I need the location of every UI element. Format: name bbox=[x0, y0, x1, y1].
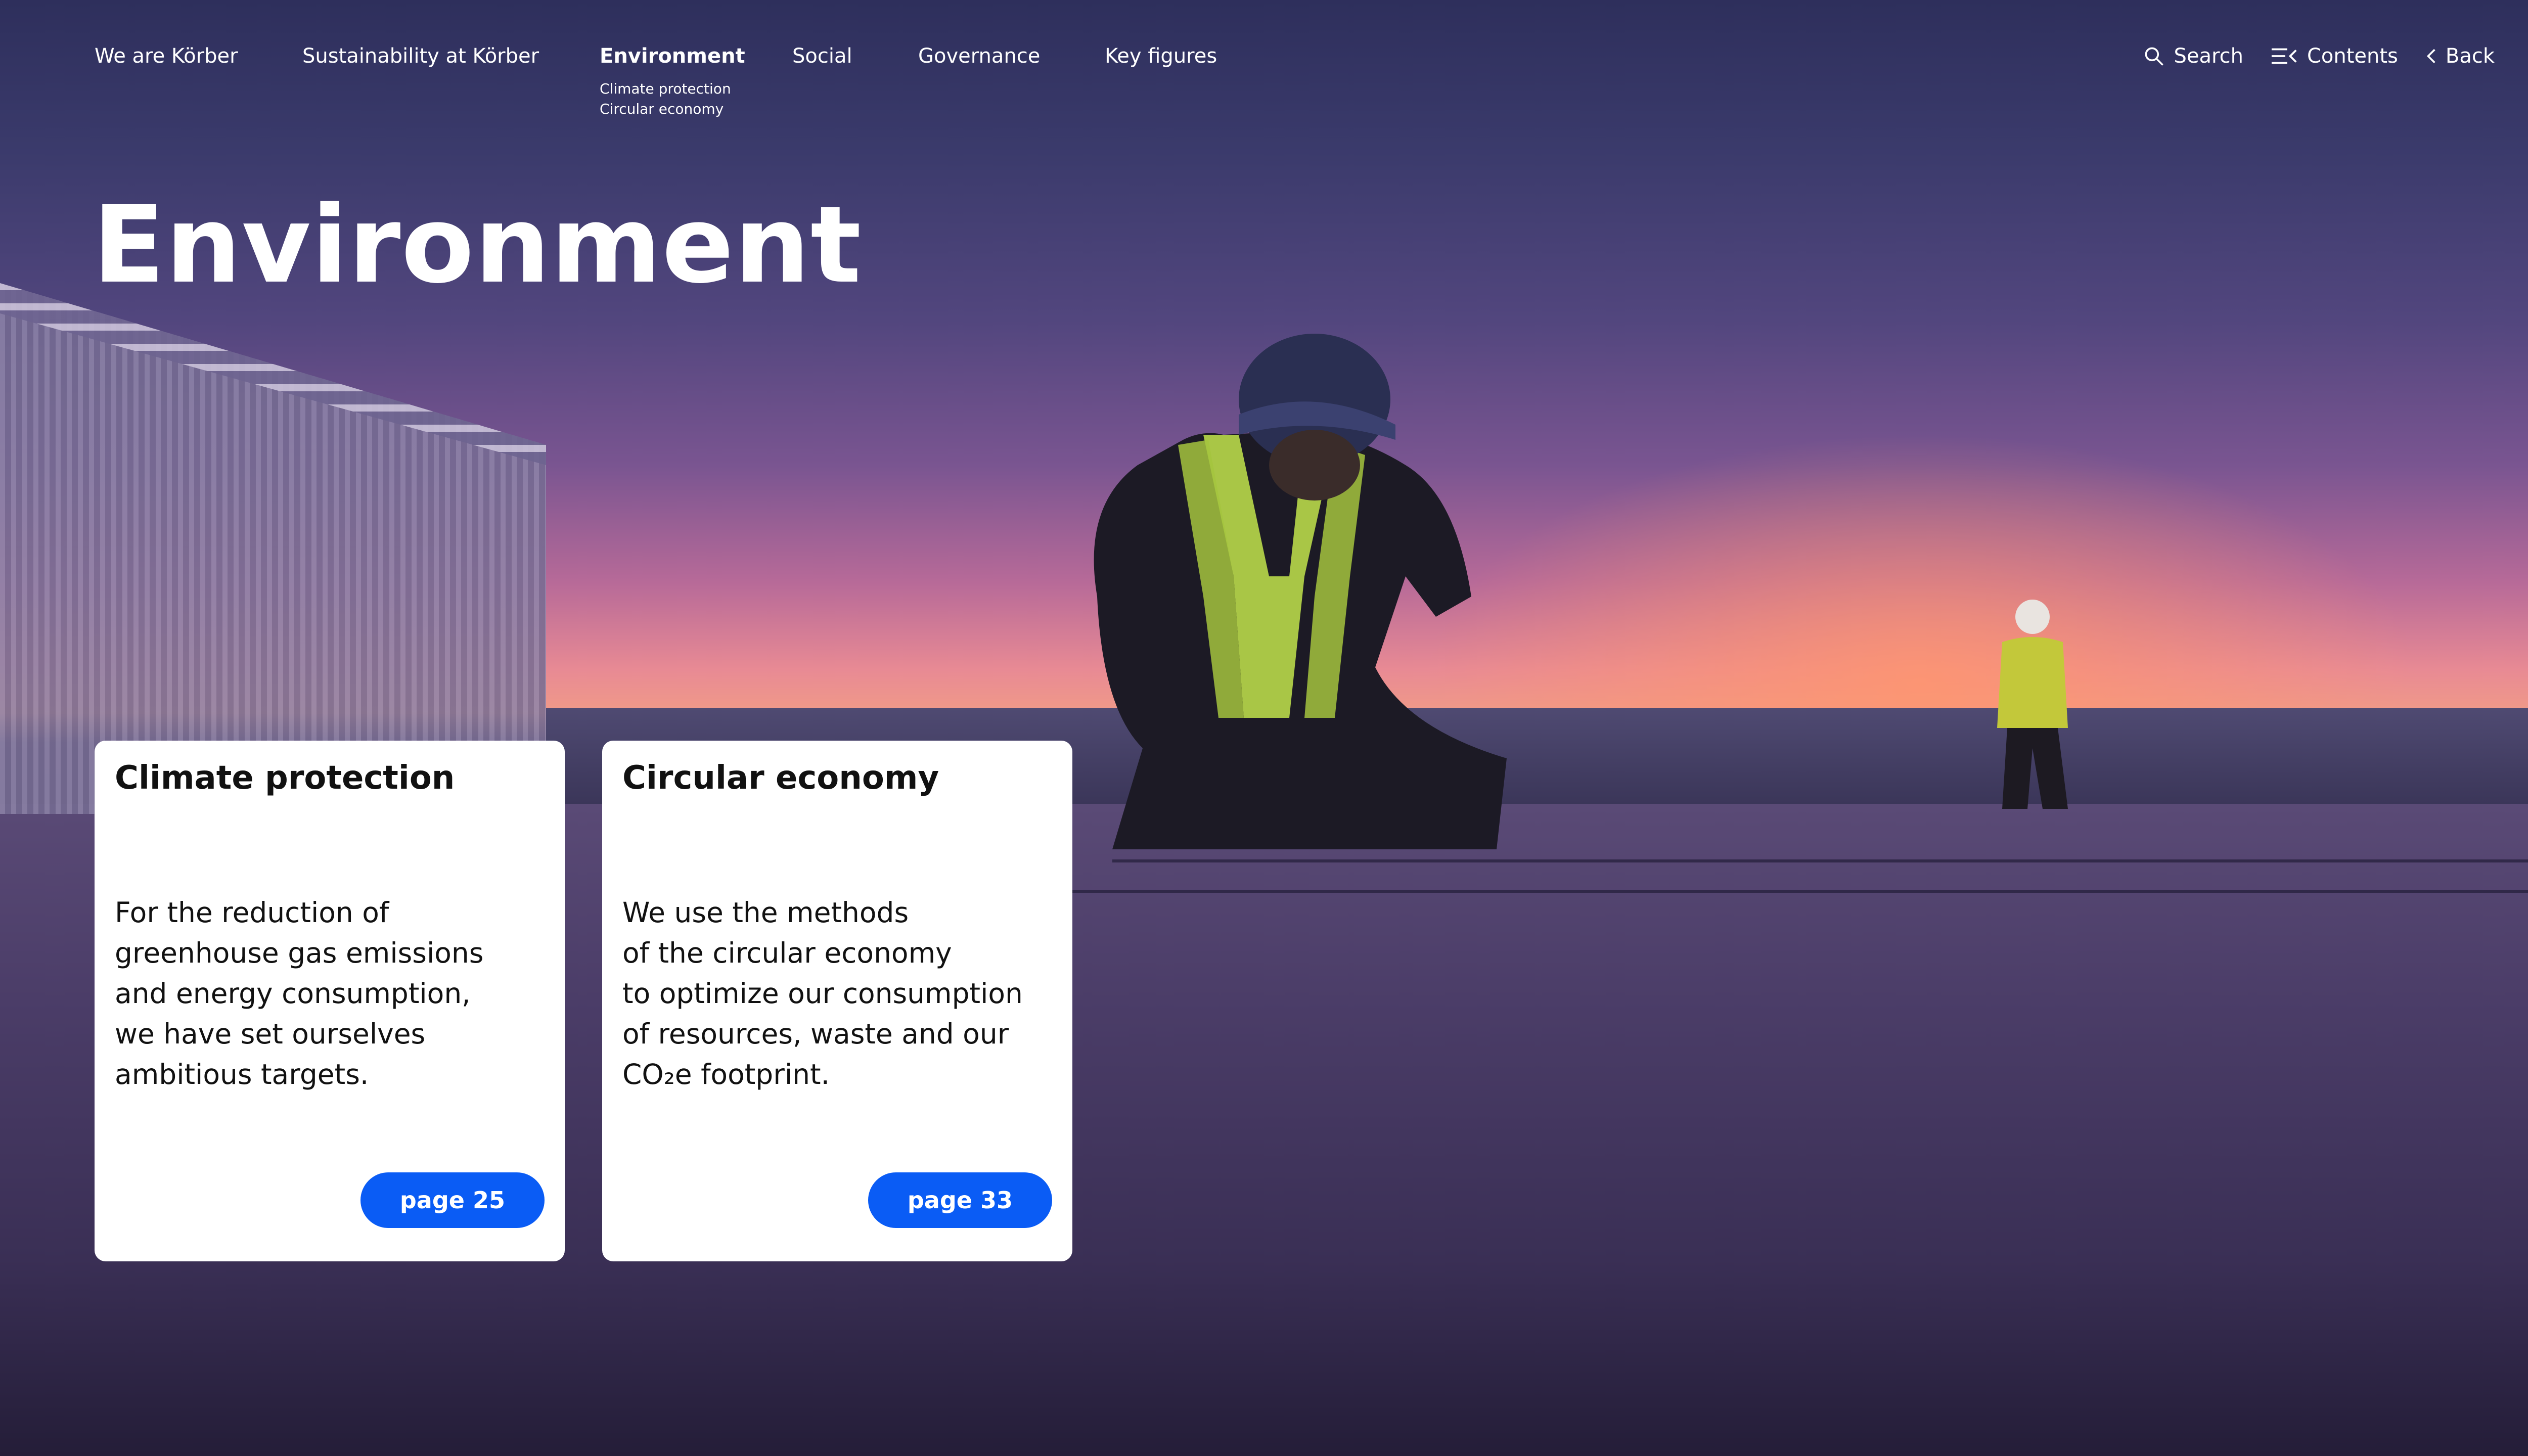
nav-item-social[interactable]: Social bbox=[792, 44, 852, 68]
nav-item-label: We are Körber bbox=[95, 44, 238, 68]
nav-item-key-figures[interactable]: Key figures bbox=[1105, 44, 1217, 68]
contents-button[interactable]: Contents bbox=[2271, 44, 2398, 68]
card-title: Circular economy bbox=[622, 759, 939, 797]
contents-label: Contents bbox=[2307, 44, 2398, 68]
roof-seam bbox=[961, 890, 2528, 893]
worker-silhouette-far bbox=[1997, 600, 2068, 809]
roof-seam bbox=[1112, 859, 2528, 862]
page-33-button[interactable]: page 33 bbox=[868, 1172, 1052, 1228]
hero-stage: We are Körber Sustainability at Körber E… bbox=[0, 0, 2528, 1456]
card-text: For the reduction of greenhouse gas emis… bbox=[115, 896, 484, 1090]
nav-subitem-circular-economy[interactable]: Circular economy bbox=[600, 99, 745, 119]
search-button[interactable]: Search bbox=[2143, 44, 2243, 68]
card-text: We use the methods of the circular econo… bbox=[622, 896, 1023, 1090]
header-tools: Search Contents Back bbox=[2143, 44, 2495, 68]
worker-silhouette bbox=[1094, 334, 1507, 849]
search-icon bbox=[2145, 47, 2163, 66]
nav-submenu: Climate protection Circular economy bbox=[600, 79, 745, 119]
card-climate-protection[interactable]: Climate protection For the reduction of … bbox=[95, 741, 565, 1261]
chevron-left-icon bbox=[2426, 49, 2435, 64]
back-button[interactable]: Back bbox=[2425, 44, 2495, 68]
nav-item-label: Key figures bbox=[1105, 44, 1217, 68]
nav-item-environment[interactable]: Environment Climate protection Circular … bbox=[600, 44, 745, 119]
nav-item-label: Sustainability at Körber bbox=[302, 44, 539, 68]
nav-item-label: Environment bbox=[600, 44, 745, 68]
nav-item-label: Governance bbox=[918, 44, 1041, 68]
card-circular-economy[interactable]: Circular economy We use the methods of t… bbox=[602, 741, 1072, 1261]
nav-item-governance[interactable]: Governance bbox=[918, 44, 1040, 68]
nav-item-we-are-korber[interactable]: We are Körber bbox=[95, 44, 238, 68]
contents-menu-icon bbox=[2271, 48, 2297, 64]
nav-item-label: Social bbox=[792, 44, 852, 68]
nav-subitem-climate-protection[interactable]: Climate protection bbox=[600, 79, 745, 99]
back-label: Back bbox=[2445, 44, 2495, 68]
card-title: Climate protection bbox=[115, 759, 455, 797]
building-wall bbox=[0, 283, 546, 814]
nav-item-sustainability[interactable]: Sustainability at Körber bbox=[302, 44, 539, 68]
page-25-button[interactable]: page 25 bbox=[360, 1172, 545, 1228]
search-label: Search bbox=[2174, 44, 2243, 68]
page-title: Environment bbox=[93, 183, 862, 307]
